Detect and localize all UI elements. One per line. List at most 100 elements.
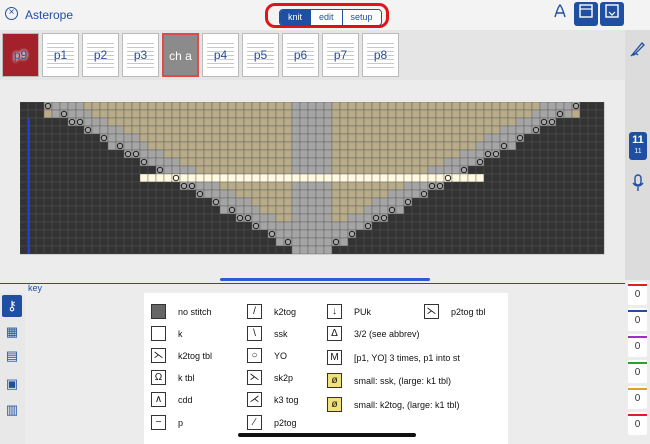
thumbnail-p1[interactable]: p1 [42, 33, 79, 77]
chart-cell [43, 117, 53, 127]
chart-cell [227, 133, 237, 143]
chart-cell [291, 109, 301, 119]
counter-5[interactable]: 0 [628, 386, 647, 409]
counter-1[interactable]: 0 [628, 282, 647, 305]
chart-cell [563, 205, 573, 215]
chart-cell [227, 245, 237, 255]
chart-cell [443, 205, 453, 215]
chart-cell [403, 189, 413, 199]
chart-scroll-indicator[interactable] [220, 278, 430, 281]
chart-cell [275, 221, 285, 231]
chart-cell [379, 149, 389, 159]
chart-view-icon[interactable] [600, 2, 624, 26]
chart-cell [595, 245, 605, 255]
chart-cell [571, 109, 581, 119]
chart-cell [595, 189, 605, 199]
counter-4[interactable]: 0 [628, 360, 647, 383]
thumbnail-p8[interactable]: p8 [362, 33, 399, 77]
chart-cell [443, 237, 453, 247]
chart-cell [507, 205, 517, 215]
chart-cell [387, 157, 397, 167]
chart-cell [571, 157, 581, 167]
chart-cell [187, 237, 197, 247]
chart-cell [107, 157, 117, 167]
thumbnail-p2[interactable]: p2 [82, 33, 119, 77]
thumbnail-p7[interactable]: p7 [322, 33, 359, 77]
chart-cell [291, 189, 301, 199]
chart-cell [219, 181, 229, 191]
key-tool-icon[interactable]: ⚷ [2, 295, 22, 317]
thumbnail-p6[interactable]: p6 [282, 33, 319, 77]
chart-cell [219, 221, 229, 231]
chart-cell [147, 109, 157, 119]
microphone-icon[interactable] [625, 174, 650, 196]
chart-cell [243, 229, 253, 239]
chart-cell [523, 165, 533, 175]
chart-cell [147, 181, 157, 191]
chart-cell [51, 109, 61, 119]
chart-cell [467, 133, 477, 143]
chart-cell [299, 197, 309, 207]
chart-cell [355, 133, 365, 143]
chart-cell [267, 237, 277, 247]
counter-2[interactable]: 0 [628, 308, 647, 331]
grid-settings-icon[interactable]: ▤ [2, 345, 22, 367]
counter-3[interactable]: 0 [628, 334, 647, 357]
chart-cell [243, 133, 253, 143]
chart-cell [83, 173, 93, 183]
key-item: \ ssk [247, 326, 288, 341]
chart-cell [507, 141, 517, 151]
chart-cell [403, 229, 413, 239]
chart-cell [131, 173, 141, 183]
chart-cell [211, 237, 221, 247]
chart-cell [91, 189, 101, 199]
chart-cell [491, 221, 501, 231]
chart-cell [227, 141, 237, 151]
close-icon[interactable]: × [5, 7, 18, 20]
chart-cell [491, 125, 501, 135]
notes-tool-icon[interactable]: ▣ [2, 373, 22, 395]
pen-icon[interactable] [625, 40, 650, 62]
chart-cell [147, 205, 157, 215]
chart-cell [459, 181, 469, 191]
thumbnail-p5[interactable]: p5 [242, 33, 279, 77]
chart-cell [451, 165, 461, 175]
chart-cell [91, 117, 101, 127]
mode-edit-tab[interactable]: edit [310, 10, 342, 25]
thumbnail-p4[interactable]: p4 [202, 33, 239, 77]
counter-tool-icon[interactable]: ▥ [2, 399, 22, 421]
chart-cell [251, 157, 261, 167]
chart-cell [475, 221, 485, 231]
chart-cell [291, 102, 301, 111]
split-view-icon[interactable] [574, 2, 598, 26]
chart-cell [267, 213, 277, 223]
chart-cell [587, 157, 597, 167]
k-tbl-symbol: Ω [151, 370, 166, 385]
thumbnail-p9[interactable]: p9 [2, 33, 39, 77]
chart-tool-icon[interactable]: ▦ [2, 321, 22, 343]
chart-cell [467, 149, 477, 159]
thumbnail-ch-a[interactable]: ch a [162, 33, 199, 77]
chart-cell [243, 245, 253, 255]
mode-knit-tab[interactable]: knit [280, 10, 311, 25]
chart-cell [107, 141, 117, 151]
knitting-chart[interactable] [20, 102, 605, 258]
chart-cell [491, 245, 501, 255]
chart-cell [355, 237, 365, 247]
chart-cell [499, 157, 509, 167]
chart-cell [331, 165, 341, 175]
current-row-badge[interactable]: 11 11 [629, 132, 647, 160]
thumbnail-p3[interactable]: p3 [122, 33, 159, 77]
counter-6[interactable]: 0 [628, 412, 647, 435]
chart-cell [163, 109, 173, 119]
chart-cell [51, 165, 61, 175]
knitting-chart-area[interactable] [0, 80, 625, 282]
chart-cell [267, 109, 277, 119]
chart-cell [83, 157, 93, 167]
mode-setup-tab[interactable]: setup [341, 10, 381, 25]
pdf-icon[interactable] [548, 2, 572, 26]
chart-cell [523, 229, 533, 239]
chart-cell [115, 117, 125, 127]
chart-cell [427, 117, 437, 127]
chart-cell [67, 237, 77, 247]
